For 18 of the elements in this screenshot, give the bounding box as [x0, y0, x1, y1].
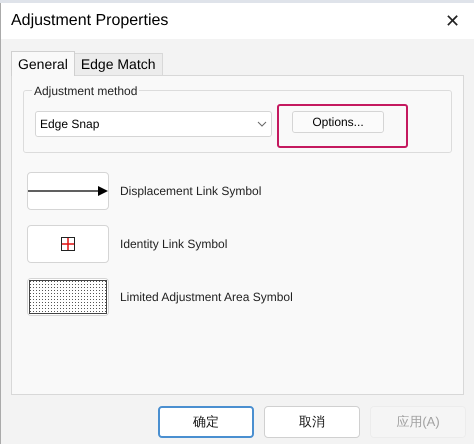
tab[interactable]: Edge Match: [74, 53, 163, 75]
tab[interactable]: General: [11, 51, 75, 76]
options-button[interactable]: Options...: [292, 111, 384, 133]
method-dropdown[interactable]: Edge Snap: [35, 111, 272, 137]
symbol-label: Limited Adjustment Area Symbol: [120, 289, 293, 306]
close-button[interactable]: ✕: [441, 8, 464, 34]
symbol-button[interactable]: [27, 278, 109, 316]
cross-square-icon: [61, 237, 75, 251]
dialog-button: 应用(A): [370, 406, 466, 438]
dotted-area-icon: [29, 280, 107, 314]
dialog-button[interactable]: 取消: [264, 406, 360, 438]
symbol-button[interactable]: [27, 172, 109, 210]
chevron-down-icon: [257, 121, 267, 127]
symbol-label: Displacement Link Symbol: [120, 183, 262, 200]
window-title: Adjustment Properties: [11, 11, 168, 31]
arrow-icon: [28, 186, 108, 196]
dialog-button[interactable]: 确定: [158, 406, 254, 438]
symbol-label: Identity Link Symbol: [120, 236, 228, 253]
